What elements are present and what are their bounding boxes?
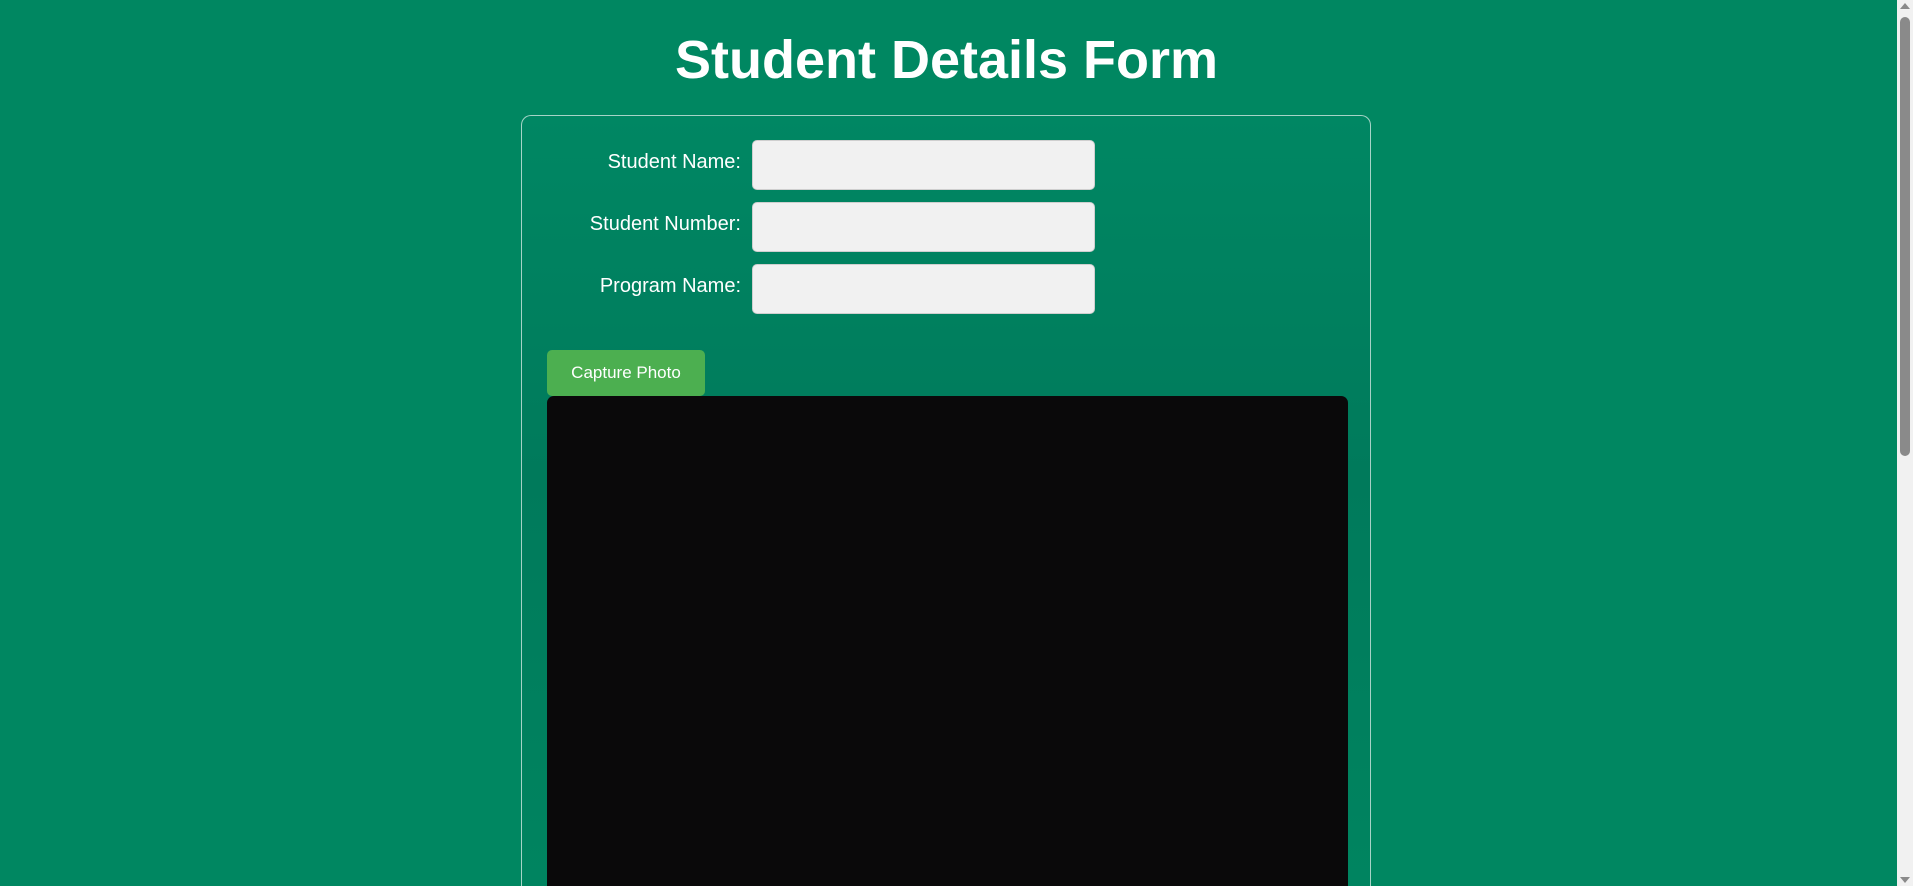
program-name-row: Program Name: [522,264,1370,314]
student-number-label: Student Number: [589,213,741,235]
scroll-up-arrow-icon[interactable] [1900,3,1910,9]
program-name-label: Program Name: [599,275,741,297]
camera-preview [547,396,1348,886]
page: Student Details Form Student Name: Stude… [0,0,1913,886]
student-number-row: Student Number: [522,202,1370,252]
student-form: Student Name: Student Number: Program Na… [521,115,1371,886]
program-name-input[interactable] [752,264,1095,314]
student-name-input[interactable] [752,140,1095,190]
capture-photo-button[interactable]: Capture Photo [547,350,705,396]
student-name-label: Student Name: [607,151,741,173]
page-title: Student Details Form [674,30,1219,90]
student-name-row: Student Name: [522,140,1370,190]
vertical-scrollbar[interactable] [1897,0,1913,886]
scrollbar-thumb[interactable] [1900,17,1910,456]
scroll-down-arrow-icon[interactable] [1900,877,1910,883]
student-number-input[interactable] [752,202,1095,252]
